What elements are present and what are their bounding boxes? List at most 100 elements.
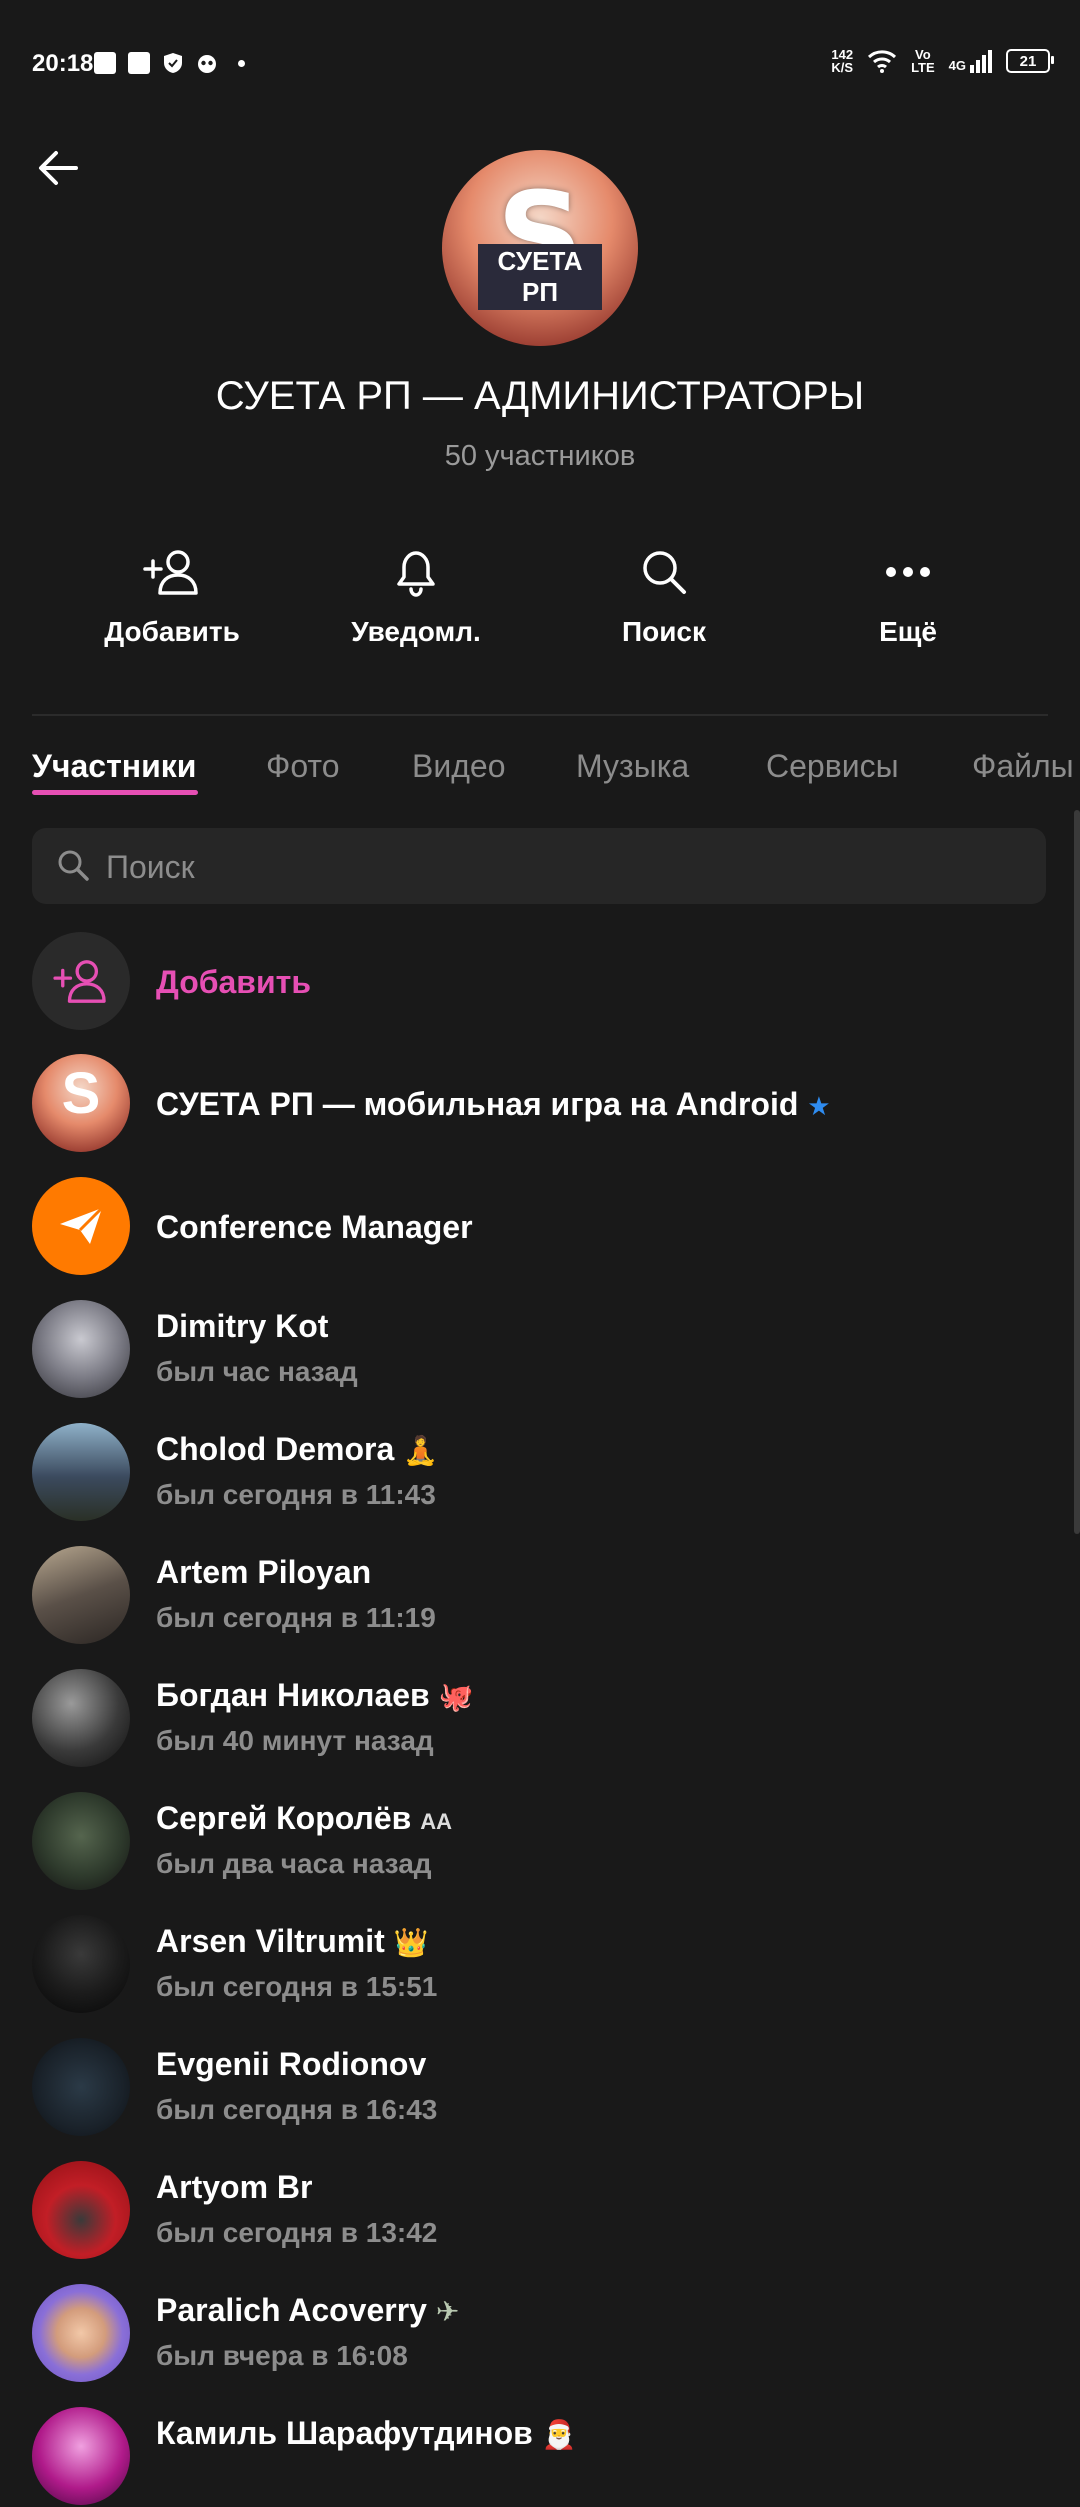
member-row[interactable]: Dimitry Kot был час назад <box>32 1300 1046 1400</box>
arrow-left-icon <box>39 151 78 185</box>
member-name: Artyom Br <box>156 2169 313 2205</box>
notifications-action-label: Уведомл. <box>351 616 481 647</box>
member-name: Evgenii Rodionov <box>156 2046 427 2082</box>
plane-badge: ✈ <box>435 2295 460 2328</box>
notification-icons <box>94 52 245 74</box>
member-name: Сергей Королёв AA <box>156 1800 452 1836</box>
volte-bottom: LTE <box>911 60 935 75</box>
member-name: Artem Piloyan <box>156 1554 372 1590</box>
more-notifications-dot <box>238 59 245 67</box>
member-status: был сегодня в 11:43 <box>156 1479 436 1510</box>
net-speed-unit: K/S <box>831 60 854 75</box>
tab-services[interactable]: Сервисы <box>766 748 899 785</box>
member-name: Cholod Demora 🧘 <box>156 1431 438 1467</box>
crown-badge: 👑 <box>393 1926 429 1959</box>
net-speed: 142 K/S <box>831 48 853 74</box>
add-user-icon <box>53 960 106 1003</box>
notification-icon <box>94 52 116 74</box>
avatar: S <box>32 1054 130 1152</box>
emoji-badge: 🐙 <box>438 1680 474 1713</box>
add-member-label: Добавить <box>156 964 311 1000</box>
scrollbar[interactable] <box>1074 810 1080 1534</box>
emoji-badge: 🧘 <box>403 1434 438 1467</box>
member-row[interactable]: Artyom Br был сегодня в 13:42 <box>32 2161 1046 2261</box>
volte-indicator: Vo LTE <box>911 48 935 74</box>
member-status: был два часа назад <box>156 1848 432 1879</box>
verified-icon: ★ <box>807 1091 831 1121</box>
battery-level: 21 <box>1019 52 1037 70</box>
member-name: Богдан Николаев 🐙 <box>156 1677 474 1713</box>
avatar <box>32 2407 130 2505</box>
avatar <box>32 1915 130 2013</box>
member-row[interactable]: Богдан Николаев 🐙 был 40 минут назад <box>32 1669 1046 1769</box>
notification-icon <box>128 52 150 74</box>
member-name: Conference Manager <box>156 1209 473 1245</box>
avatar <box>32 1423 130 1521</box>
tab-music[interactable]: Музыка <box>576 748 689 785</box>
group-avatar[interactable]: S СУЕТА РП <box>442 150 638 346</box>
member-row[interactable]: Conference Manager <box>32 1177 1046 1277</box>
divider <box>32 714 1048 716</box>
member-status: был сегодня в 11:19 <box>156 1602 436 1633</box>
member-status: был сегодня в 16:43 <box>156 2094 438 2125</box>
member-row[interactable]: Камиль Шарафутдинов 🎅 <box>32 2407 1046 2507</box>
search-input[interactable] <box>104 828 1008 906</box>
member-row[interactable]: Paralich Acoverry ✈ был вчера в 16:08 <box>32 2284 1046 2384</box>
search-action-label: Поиск <box>621 616 707 647</box>
more-action-button[interactable]: Ещё <box>808 540 1008 648</box>
member-name: Arsen Viltrumit 👑 <box>156 1923 429 1959</box>
member-name: СУЕТА РП — мобильная игра на Android ★ <box>156 1086 831 1122</box>
signal-icon: 4G <box>948 49 992 73</box>
back-button[interactable] <box>30 140 86 196</box>
more-action-label: Ещё <box>879 616 937 647</box>
member-row[interactable]: Evgenii Rodionov был сегодня в 16:43 <box>32 2038 1046 2138</box>
add-action-button[interactable]: Добавить <box>72 540 272 648</box>
group-title: СУЕТА РП — АДМИНИСТРАТОРЫ <box>215 374 865 418</box>
santa-badge: 🎅 <box>541 2418 577 2451</box>
tab-members[interactable]: Участники <box>32 748 196 785</box>
member-status: был сегодня в 15:51 <box>156 1971 438 2002</box>
status-right: 142 K/S Vo LTE 4G 21 <box>831 48 1054 74</box>
panda-icon <box>198 55 216 73</box>
member-row[interactable]: Arsen Viltrumit 👑 был сегодня в 15:51 <box>32 1915 1046 2015</box>
member-status: был час назад <box>156 1356 358 1387</box>
bell-icon <box>397 551 435 597</box>
avatar <box>32 1792 130 1890</box>
member-name: Dimitry Kot <box>156 1308 329 1344</box>
member-row[interactable]: Сергей Королёв AA был два часа назад <box>32 1792 1046 1892</box>
add-user-icon <box>143 550 198 595</box>
member-name: Paralich Acoverry ✈ <box>156 2292 460 2328</box>
tab-files[interactable]: Файлы <box>972 748 1074 785</box>
add-member-avatar <box>32 932 130 1030</box>
battery-icon: 21 <box>1006 49 1054 73</box>
avatar <box>32 1300 130 1398</box>
avatar <box>32 2038 130 2136</box>
action-bar: Добавить Уведомл. Поиск Ещё <box>0 540 1080 660</box>
search-icon <box>58 850 89 881</box>
shield-icon <box>164 53 182 73</box>
search-action-button[interactable]: Поиск <box>564 540 764 648</box>
avatar <box>32 1669 130 1767</box>
avatar <box>32 1177 130 1275</box>
member-row[interactable]: Artem Piloyan был сегодня в 11:19 <box>32 1546 1046 1646</box>
notifications-action-button[interactable]: Уведомл. <box>316 540 516 648</box>
member-row[interactable]: Cholod Demora 🧘 был сегодня в 11:43 <box>32 1423 1046 1523</box>
member-status: был 40 минут назад <box>156 1725 434 1756</box>
member-status: был вчера в 16:08 <box>156 2340 408 2371</box>
status-bar: 20:18 142 K/S Vo LTE 4G 21 <box>0 0 1080 132</box>
network-type: 4G <box>948 57 966 73</box>
member-name: Камиль Шарафутдинов 🎅 <box>156 2415 577 2451</box>
more-dots-icon <box>886 567 930 577</box>
group-avatar-caption: СУЕТА РП <box>478 244 602 310</box>
benzo-badge: AA <box>420 1809 452 1834</box>
wifi-icon <box>868 50 897 73</box>
tab-photo[interactable]: Фото <box>266 748 340 785</box>
add-action-label: Добавить <box>104 616 240 647</box>
avatar <box>32 1546 130 1644</box>
members-search <box>32 828 1046 906</box>
avatar-logo: S <box>61 1061 101 1126</box>
add-member-row[interactable]: Добавить <box>32 930 1046 1030</box>
member-row[interactable]: S СУЕТА РП — мобильная игра на Android ★ <box>32 1054 1046 1154</box>
tab-video[interactable]: Видео <box>412 748 505 785</box>
avatar <box>32 2161 130 2259</box>
